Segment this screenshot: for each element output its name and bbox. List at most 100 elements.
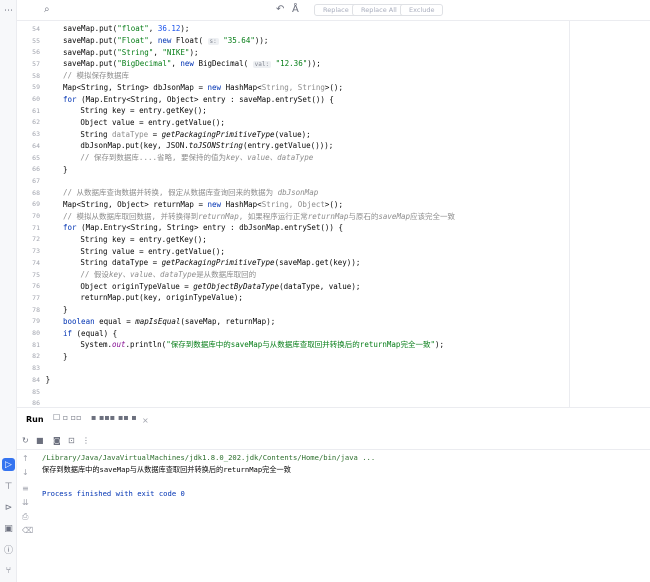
camera-icon[interactable]: ◙: [53, 436, 61, 445]
code-token: toJSONString: [188, 141, 243, 151]
code-token: Object originTypeValue =: [80, 281, 194, 291]
replace-all-button[interactable]: Replace All: [352, 4, 406, 16]
code-text: saveMap.put("BigDecimal", new BigDecimal…: [63, 59, 321, 69]
code-line: 85: [17, 386, 650, 398]
git-icon[interactable]: ⑂: [2, 564, 15, 577]
code-line: 82}: [17, 351, 650, 363]
code-line: 80 if (equal) {: [17, 327, 650, 339]
services-icon[interactable]: ⊳: [2, 501, 15, 514]
run-title: Run: [26, 415, 44, 424]
line-number: 72: [32, 235, 40, 244]
code-text: Map<String, Object> returnMap = new Hash…: [63, 200, 343, 209]
code-text: }: [63, 305, 68, 314]
code-text: // 从数据库查询数据并转换, 假定从数据库查询回来的数据为 dbJsonMap: [63, 187, 318, 198]
code-token: ,: [153, 47, 163, 57]
print-icon[interactable]: ⎙: [22, 512, 28, 522]
arrow-down-icon[interactable]: ↓: [22, 468, 29, 477]
undo-icon[interactable]: ↶: [276, 4, 284, 15]
code-token: key、value、dataType: [108, 270, 197, 280]
code-text: String key = entry.getKey();: [80, 235, 206, 244]
code-token: "12.36": [275, 59, 308, 69]
code-token: Map<String, String> dbJsonMap =: [63, 82, 208, 92]
code-text: String dataType = getPackagingPrimitiveT…: [80, 130, 310, 139]
code-token: // 模拟从数据库取回数据, 并转换得到: [63, 211, 199, 221]
code-token: new: [207, 199, 226, 209]
code-text: String key = entry.getKey();: [80, 106, 206, 115]
code-token: equal =: [99, 316, 136, 326]
more-options-icon[interactable]: ⋮: [82, 436, 90, 445]
console-output[interactable]: /Library/Java/JavaVirtualMachines/jdk1.8…: [42, 450, 647, 582]
code-token: 与原石的: [348, 211, 379, 221]
run-icon[interactable]: ▷: [2, 458, 15, 471]
line-number: 74: [32, 258, 40, 267]
stop-icon[interactable]: ■: [36, 436, 44, 445]
code-line: 76 Object originTypeValue = getObjectByDa…: [17, 280, 650, 292]
code-line: 71 for (Map.Entry<String, String> entry :…: [17, 222, 650, 234]
code-line: 54 saveMap.put("float", 36.12);: [17, 23, 650, 35]
code-token: returnMap.put(key, originTypeValue);: [80, 293, 243, 303]
more-icon[interactable]: ⋯: [2, 4, 15, 17]
code-token: .println(: [125, 340, 167, 350]
code-text: dbJsonMap.put(key, JSON.toJSONString(ent…: [80, 141, 333, 150]
code-token: for: [63, 223, 82, 233]
scroll-to-end-icon[interactable]: ⇊: [22, 498, 29, 507]
run-tool-window: Run ☐ ▫ ▫▫ ▪ ▪▪▪ ▪▪ ▪ × ↻ ■ ◙ ⊡ ⋮ ↑ ↓ ≡ …: [17, 407, 650, 582]
code-token: dbJsonMap.put(key, JSON.: [80, 141, 189, 151]
code-editor[interactable]: 54 saveMap.put("float", 36.12); 55 saveMap.…: [17, 21, 650, 407]
trash-icon[interactable]: ⌫: [22, 526, 33, 535]
search-icon[interactable]: ⌕: [44, 4, 50, 15]
code-line: 70// 模拟从数据库取回数据, 并转换得到returnMap, 如果程序运行正…: [17, 210, 650, 222]
code-token: key、value、dataType: [226, 153, 314, 163]
code-token: "String": [117, 47, 154, 57]
code-token: 36.12: [157, 24, 181, 34]
code-token: (equal) {: [76, 328, 118, 338]
code-line: 75 // 假设key、value、dataType是从数据库取回的: [17, 269, 650, 281]
code-token: returnMap: [198, 211, 239, 221]
exclude-button[interactable]: Exclude: [400, 4, 444, 16]
line-number: 75: [32, 270, 40, 279]
build-icon[interactable]: ⊤: [2, 480, 15, 493]
code-token: (dataType, value);: [279, 281, 361, 291]
code-token: for: [63, 94, 82, 104]
code-line: 55 saveMap.put("Float", new Float( s: "35…: [17, 35, 650, 47]
rerun-icon[interactable]: ↻: [22, 436, 29, 445]
code-token: new: [157, 36, 176, 46]
parameter-hint: val:: [252, 61, 272, 69]
line-number: 79: [32, 317, 40, 326]
code-text: saveMap.put("String", "NIKE");: [63, 48, 198, 57]
parameter-hint: s:: [207, 38, 219, 46]
run-config-tab-2[interactable]: ▪ ▪▪▪: [91, 413, 115, 427]
line-number: 69: [32, 200, 40, 209]
code-token: String key = entry.getKey();: [80, 234, 207, 244]
code-line: 56 saveMap.put("String", "NIKE");: [17, 46, 650, 58]
code-token: saveMap.put(: [63, 36, 118, 46]
line-number: 86: [32, 399, 40, 407]
code-token: mapIsEqual: [135, 316, 181, 326]
line-number: 68: [32, 188, 40, 197]
close-icon[interactable]: ×: [142, 416, 149, 425]
code-token: Map<String, Object> returnMap =: [63, 199, 208, 209]
code-line: 77 returnMap.put(key, originTypeValue);: [17, 292, 650, 304]
soft-wrap-icon[interactable]: ≡: [22, 484, 29, 493]
code-token: if: [63, 328, 77, 338]
code-token: getObjectByDataType: [193, 281, 280, 291]
run-config-tab-1[interactable]: ☐ ▫ ▫▫: [53, 413, 82, 427]
terminal-icon[interactable]: ▣: [2, 522, 15, 535]
code-token: BigDecimal(: [198, 59, 253, 69]
code-token: // 假设: [80, 270, 109, 280]
match-case-icon[interactable]: Å: [292, 4, 299, 15]
problems-icon[interactable]: ⓘ: [2, 543, 15, 556]
run-toolbar: ↻ ■ ◙ ⊡ ⋮: [17, 432, 650, 450]
code-text: Map<String, String> dbJsonMap = new Hash…: [63, 83, 343, 92]
code-token: String dataType =: [80, 258, 162, 268]
export-icon[interactable]: ⊡: [68, 436, 75, 445]
code-token: }: [63, 305, 68, 315]
arrow-up-icon[interactable]: ↑: [22, 454, 29, 463]
code-text: if (equal) {: [63, 329, 117, 338]
code-text: // 模拟从数据库取回数据, 并转换得到returnMap, 如果程序运行正常r…: [63, 211, 455, 222]
code-token: new: [180, 59, 199, 69]
line-number: 61: [32, 106, 40, 115]
code-line: 68 // 从数据库查询数据并转换, 假定从数据库查询回来的数据为 dbJsonM…: [17, 187, 650, 199]
java-command-link[interactable]: /Library/Java/JavaVirtualMachines/jdk1.8…: [42, 453, 375, 462]
run-config-tab-3[interactable]: ▪▪ ▪: [118, 413, 137, 427]
